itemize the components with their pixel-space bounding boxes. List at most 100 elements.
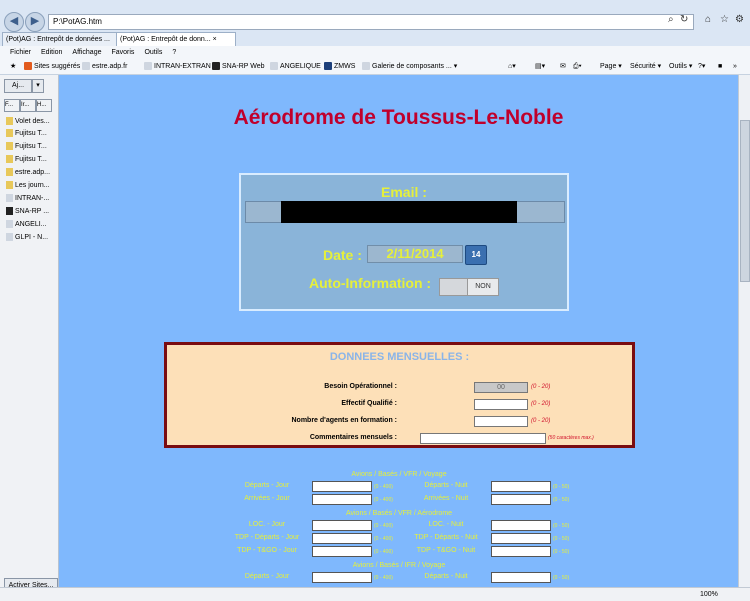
abp-icon[interactable]: ■ <box>718 59 722 74</box>
besoin-input[interactable]: 00 <box>474 382 528 393</box>
add-favorite-button[interactable]: Aj... <box>4 79 32 93</box>
row-label-night: Départs - Nuit <box>424 573 468 580</box>
list-item[interactable]: SNA-RP ... <box>6 206 56 217</box>
list-item[interactable]: INTRAN-... <box>6 193 56 204</box>
departs-nuit-input[interactable] <box>491 481 551 492</box>
list-item[interactable]: Fujitsu T... <box>6 154 56 165</box>
tdp-departs-jour-input[interactable] <box>312 533 372 544</box>
comments-input[interactable] <box>420 433 546 444</box>
tab-history[interactable]: H... <box>36 99 52 112</box>
redacted-block <box>281 201 517 223</box>
list-item[interactable]: Fujitsu T... <box>6 141 56 152</box>
favorites-star-icon[interactable]: ☆ <box>720 14 729 25</box>
formation-label: Nombre d'agents en formation : <box>291 417 397 424</box>
zoom-level[interactable]: 100% <box>700 588 718 601</box>
tdp-tgo-nuit-input[interactable] <box>491 546 551 557</box>
menu-edition[interactable]: Edition <box>41 49 62 56</box>
fav-zmws[interactable]: ZMWS <box>324 59 355 74</box>
menu-bar: Fichier Edition Affichage Favoris Outils? <box>0 46 750 59</box>
menu-affichage[interactable]: Affichage <box>72 49 101 56</box>
refresh-icon[interactable]: ↻ <box>680 14 688 25</box>
row-label-day: Départs - Jour <box>244 482 290 489</box>
search-icon[interactable]: ⌕ <box>668 14 674 25</box>
formation-input[interactable] <box>474 416 528 427</box>
list-item[interactable]: ANGELI... <box>6 219 56 230</box>
fav-intran[interactable]: INTRAN-EXTRAN <box>144 59 211 74</box>
day-range: (0 - 400) <box>374 497 393 503</box>
menu-outils[interactable]: Outils <box>144 49 162 56</box>
favorites-star-icon[interactable]: ★ <box>10 59 16 74</box>
night-range: (0 - 50) <box>553 575 570 581</box>
sna-icon <box>6 207 13 216</box>
forward-icon[interactable]: ▶ <box>25 12 45 32</box>
list-item[interactable]: Volet des... <box>6 116 56 127</box>
fav-suggested[interactable]: Sites suggérés ▾ <box>24 59 86 74</box>
fav-angelique[interactable]: ANGELIQUE <box>270 59 321 74</box>
arrivees-nuit-input[interactable] <box>491 494 551 505</box>
tools-menu[interactable]: Outils ▾ <box>669 59 692 74</box>
day-range: (0 - 400) <box>374 575 393 581</box>
calendar-icon[interactable]: 14 <box>465 245 487 265</box>
page-icon <box>270 62 278 71</box>
tab-feeds[interactable]: Ir... <box>20 99 36 112</box>
ifr-departs-nuit-input[interactable] <box>491 572 551 583</box>
list-item[interactable]: estre.adp... <box>6 167 56 178</box>
toolbar-extra-icon[interactable]: » <box>733 59 737 74</box>
list-item[interactable]: Les journ... <box>6 180 56 191</box>
folder-icon <box>6 168 13 177</box>
page-icon <box>6 194 13 203</box>
auto-information-label: Auto-Information : <box>309 275 432 291</box>
menu-fichier[interactable]: Fichier <box>10 49 31 56</box>
row-label-night: Arrivées - Nuit <box>423 495 469 502</box>
day-range: (0 - 400) <box>374 523 393 529</box>
tab-favorites[interactable]: F... <box>4 99 20 112</box>
page-icon <box>362 62 370 71</box>
print-icon[interactable]: ⎙▾ <box>573 59 582 74</box>
fav-estre[interactable]: estre.adp.fr <box>82 59 127 74</box>
auto-information-toggle[interactable] <box>439 278 469 296</box>
section-ifr-voyage: Avions / Basés / IFR / Voyage <box>352 562 446 569</box>
auto-information-value[interactable]: NON <box>467 278 499 296</box>
scrollbar-thumb[interactable] <box>740 120 750 282</box>
tab-2[interactable]: (Pot)AG : Entrepôt de donn... × <box>116 32 236 46</box>
loc-jour-input[interactable] <box>312 520 372 531</box>
home-icon[interactable]: ⌂ <box>705 14 711 25</box>
folder-icon <box>6 117 13 126</box>
settings-gear-icon[interactable]: ⚙ <box>735 14 744 25</box>
list-item[interactable]: GLPI - N... <box>6 232 56 243</box>
menu-favoris[interactable]: Favoris <box>111 49 134 56</box>
home-icon[interactable]: ⌂▾ <box>508 59 516 74</box>
page-menu[interactable]: Page ▾ <box>600 59 622 74</box>
page-content: Aérodrome de Toussus-Le-Noble Email : Da… <box>59 75 738 587</box>
departs-jour-input[interactable] <box>312 481 372 492</box>
arrivees-jour-input[interactable] <box>312 494 372 505</box>
date-label: Date : <box>323 247 362 263</box>
fav-gallery[interactable]: Galerie de composants ... ▾ <box>362 59 457 74</box>
row-label-day: LOC. - Jour <box>248 521 286 528</box>
tdp-departs-nuit-input[interactable] <box>491 533 551 544</box>
effectif-input[interactable] <box>474 399 528 410</box>
tab-strip: (Pot)AG : Entrepôt de données ... (Pot)A… <box>0 32 750 46</box>
address-bar: ◀ ▶ P:\PotAG.htm ⌕ ↻ ⌂ ☆ ⚙ <box>0 0 750 33</box>
security-menu[interactable]: Sécurité ▾ <box>630 59 661 74</box>
tab-1[interactable]: (Pot)AG : Entrepôt de données ... <box>2 32 122 46</box>
date-field[interactable]: 2/11/2014 <box>367 245 463 263</box>
folder-icon <box>6 142 13 151</box>
back-icon[interactable]: ◀ <box>4 12 24 32</box>
help-icon[interactable]: ?▾ <box>698 59 705 74</box>
fav-sna[interactable]: SNA-RP Web <box>212 59 265 74</box>
comments-range: (50 caractères max.) <box>548 435 594 441</box>
menu-help[interactable]: ? <box>172 49 176 56</box>
zmws-icon <box>324 62 332 71</box>
ifr-departs-jour-input[interactable] <box>312 572 372 583</box>
row-label-day: TDP - T&GO - Jour <box>237 547 297 554</box>
favorites-pane: Aj... ▾ F... Ir... H... Volet des... Fuj… <box>0 75 59 600</box>
feeds-icon[interactable]: ▤▾ <box>535 59 545 74</box>
row-label-night: Départs - Nuit <box>424 482 468 489</box>
mail-icon[interactable]: ✉ <box>560 59 566 74</box>
loc-nuit-input[interactable] <box>491 520 551 531</box>
url-field[interactable]: P:\PotAG.htm <box>48 14 694 30</box>
tdp-tgo-jour-input[interactable] <box>312 546 372 557</box>
list-item[interactable]: Fujitsu T... <box>6 128 56 139</box>
chevron-down-icon[interactable]: ▾ <box>32 79 44 93</box>
